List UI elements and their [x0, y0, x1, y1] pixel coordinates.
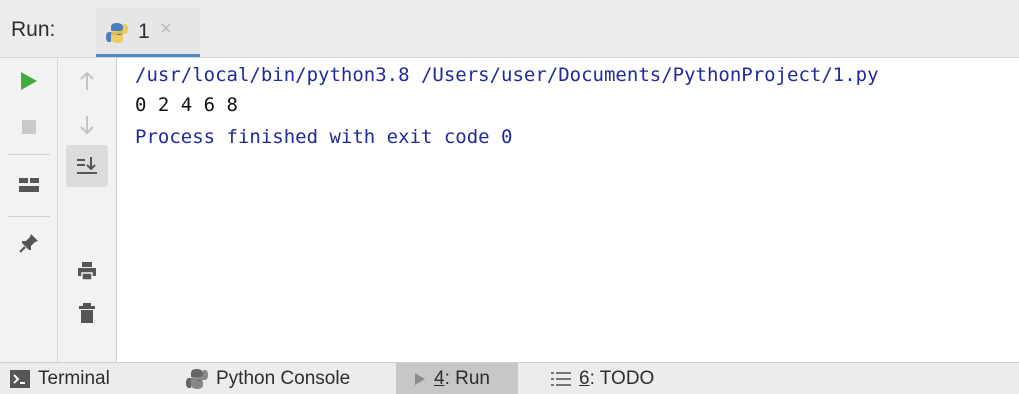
- todo-tab[interactable]: 6: TODO: [551, 363, 654, 394]
- run-tab-label: : Run: [444, 367, 490, 389]
- tab-label: 1: [138, 20, 150, 43]
- console-command-line: /usr/local/bin/python3.8 /Users/user/Doc…: [135, 64, 879, 86]
- gutter-divider: [8, 154, 50, 155]
- stop-button[interactable]: [14, 112, 44, 142]
- python-console-tab-label: Python Console: [216, 367, 351, 389]
- play-icon: [21, 72, 37, 90]
- terminal-icon: [10, 369, 30, 388]
- down-stack-frame-button[interactable]: [72, 110, 102, 140]
- scroll-to-end-icon: [77, 157, 97, 174]
- console-exit-message: Process finished with exit code 0: [135, 126, 513, 148]
- python-console-tab[interactable]: Python Console: [186, 363, 350, 394]
- run-tab-bottom[interactable]: 4: Run: [396, 363, 518, 394]
- run-tool-window: Run: 1 × /usr/local/bin/python3.8 /Users…: [0, 0, 1019, 394]
- run-header: Run: 1 ×: [0, 0, 1019, 58]
- run-tab[interactable]: 1 ×: [96, 8, 200, 57]
- terminal-tab-label: Terminal: [38, 367, 110, 389]
- gutter-divider: [8, 216, 50, 217]
- tab-close-button[interactable]: ×: [160, 18, 172, 41]
- todo-list-icon: [551, 371, 571, 386]
- tool-window-bar: Terminal Python Console 4: Run 6: TODO: [0, 362, 1019, 394]
- console-program-output: 0 2 4 6 8: [135, 94, 238, 116]
- trash-icon: [79, 303, 95, 323]
- run-tab-play-icon: [415, 372, 425, 385]
- terminal-tab[interactable]: Terminal: [10, 363, 110, 394]
- todo-tab-number: 6: [579, 367, 590, 389]
- layout-icon: [19, 178, 39, 192]
- print-icon: [78, 262, 96, 281]
- arrow-up-icon: [80, 71, 94, 90]
- scroll-to-end-button[interactable]: [72, 151, 102, 181]
- todo-tab-label: : TODO: [589, 367, 655, 389]
- rerun-button[interactable]: [14, 66, 44, 96]
- python-console-icon: [186, 368, 208, 389]
- pin-icon: [19, 234, 38, 253]
- python-file-icon: [106, 23, 128, 43]
- run-tab-number: 4: [434, 367, 445, 389]
- run-actions-gutter: [0, 58, 58, 362]
- print-button[interactable]: [72, 256, 102, 286]
- clear-all-button[interactable]: [72, 298, 102, 328]
- arrow-down-icon: [80, 116, 94, 135]
- stop-icon: [22, 120, 36, 134]
- layout-button[interactable]: [14, 170, 44, 200]
- up-stack-frame-button[interactable]: [72, 66, 102, 96]
- console-output[interactable]: /usr/local/bin/python3.8 /Users/user/Doc…: [117, 58, 1019, 362]
- pin-tab-button[interactable]: [14, 228, 44, 258]
- run-label: Run:: [11, 18, 56, 41]
